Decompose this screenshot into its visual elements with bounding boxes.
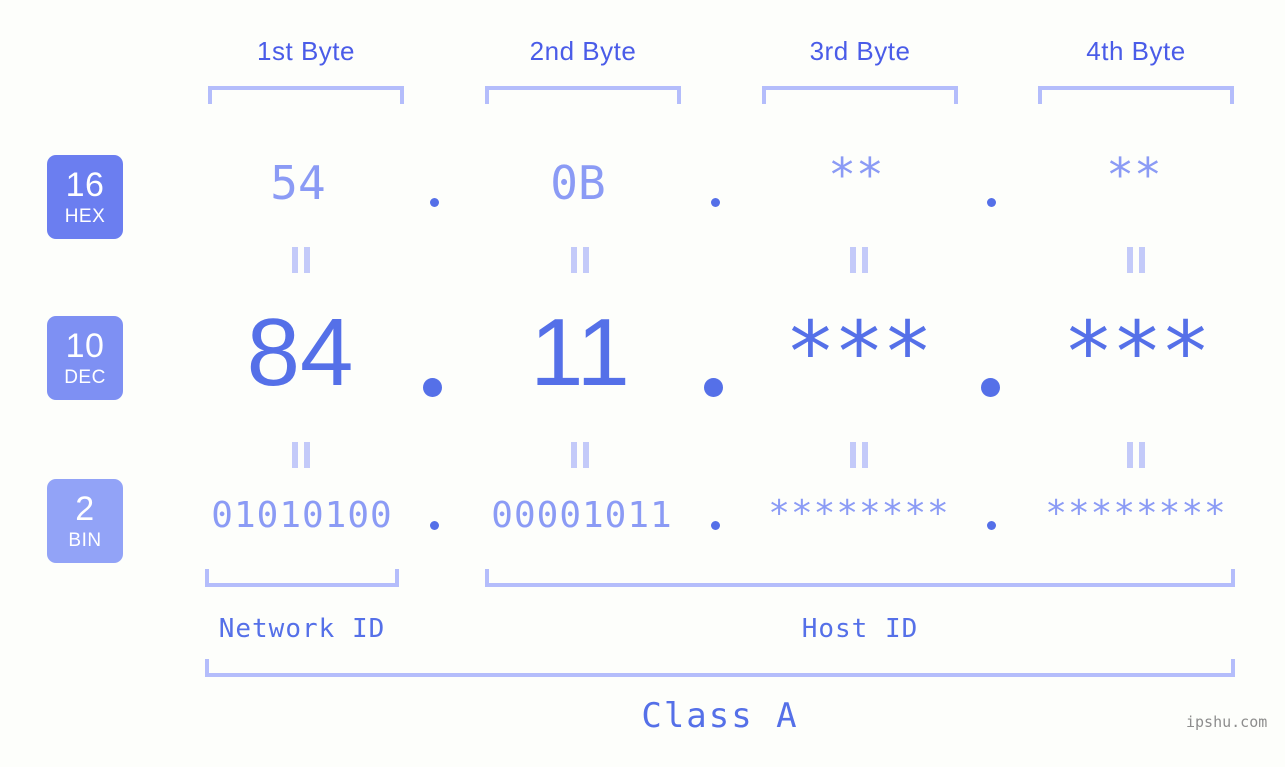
byte-header-label-1: 1st Byte [257,36,355,66]
byte-header-label-3: 3rd Byte [809,36,911,66]
base-badge-bin-name: BIN [68,530,102,551]
base-badge-hex-number: 16 [65,166,105,204]
bin-separator-dot-2 [711,521,720,530]
class-bracket [205,659,1235,677]
hex-separator-dot-1 [430,198,439,207]
byte-bracket-4 [1038,86,1234,104]
byte-bracket-3 [762,86,958,104]
byte-header-label-2: 2nd Byte [529,36,637,66]
base-badge-dec: 10 DEC [47,316,123,400]
dec-byte-value-3: *** [785,303,933,401]
base-badge-dec-number: 10 [65,327,105,365]
hex-byte-value-2: 0B [550,156,606,210]
equals-mark-dec-bin-4 [1126,442,1146,468]
bin-byte-value-2: 00001011 [491,495,673,536]
base-badge-hex: 16 HEX [47,155,123,239]
equals-mark-hex-dec-3 [849,247,869,273]
base-badge-hex-name: HEX [64,206,106,227]
equals-mark-dec-bin-3 [849,442,869,468]
equals-mark-hex-dec-1 [291,247,311,273]
site-watermark: ipshu.com [1186,713,1268,731]
host-id-bracket [485,569,1235,587]
equals-mark-hex-dec-4 [1126,247,1146,273]
network-id-label: Network ID [218,614,386,644]
bin-byte-value-1: 01010100 [211,495,393,536]
byte-header-label-4: 4th Byte [1086,36,1186,66]
hex-byte-value-1: 54 [270,156,326,210]
equals-mark-dec-bin-1 [291,442,311,468]
hex-byte-value-3: ** [828,148,884,202]
bin-byte-value-4: ******** [1045,493,1227,534]
base-badge-dec-name: DEC [64,367,106,388]
dec-separator-dot-2 [704,378,723,397]
dec-separator-dot-3 [981,378,1000,397]
dec-byte-value-2: 11 [530,299,630,406]
bin-byte-value-3: ******** [768,493,950,534]
base-badge-bin: 2 BIN [47,479,123,563]
bin-separator-dot-3 [987,521,996,530]
dec-byte-value-4: *** [1063,303,1211,401]
hex-separator-dot-2 [711,198,720,207]
byte-bracket-1 [208,86,404,104]
byte-bracket-2 [485,86,681,104]
host-id-label: Host ID [801,614,919,644]
equals-mark-dec-bin-2 [570,442,590,468]
hex-byte-value-4: ** [1106,148,1162,202]
bin-separator-dot-1 [430,521,439,530]
ip-address-breakdown-diagram: 1st Byte 2nd Byte 3rd Byte 4th Byte 16 H… [0,0,1285,767]
class-label: Class A [641,696,799,736]
equals-mark-hex-dec-2 [570,247,590,273]
network-id-bracket [205,569,399,587]
base-badge-bin-number: 2 [75,490,95,528]
hex-separator-dot-3 [987,198,996,207]
dec-byte-value-1: 84 [246,299,354,406]
dec-separator-dot-1 [423,378,442,397]
